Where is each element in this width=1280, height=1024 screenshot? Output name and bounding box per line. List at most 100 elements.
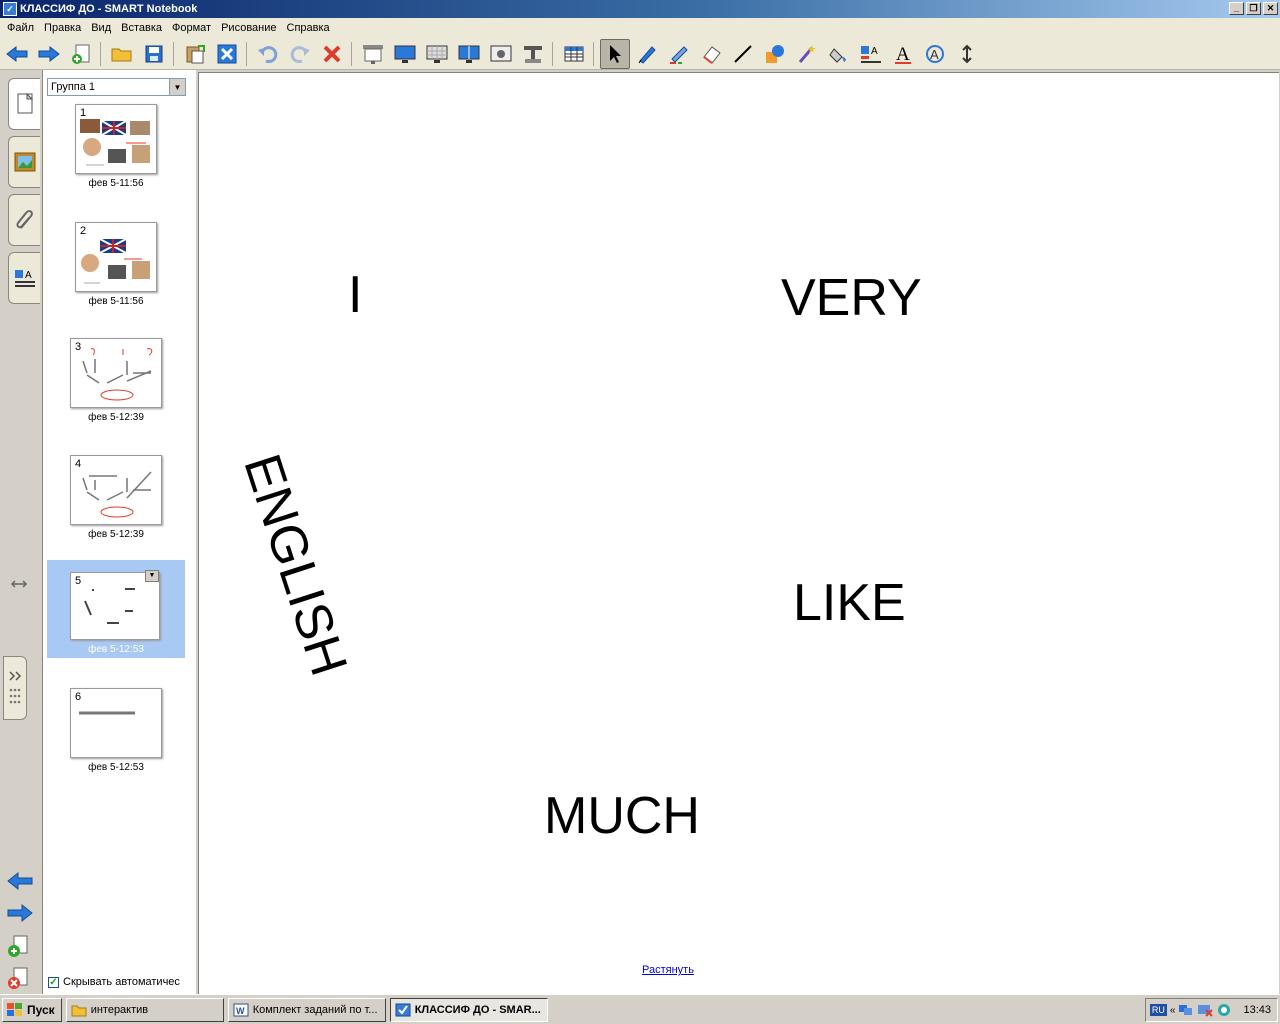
page-thumbnail-2[interactable]: 2 фев 5-11:56: [47, 218, 185, 316]
gallery-tab[interactable]: [8, 136, 40, 188]
save-icon[interactable]: [139, 39, 169, 69]
restore-button[interactable]: ❐: [1246, 2, 1261, 15]
menu-view[interactable]: Вид: [86, 22, 116, 34]
word-much[interactable]: MUCH: [544, 786, 700, 846]
select-icon[interactable]: [600, 38, 630, 69]
previous-page-button[interactable]: [6, 870, 34, 894]
resize-arrows-icon[interactable]: [10, 578, 28, 593]
redo-icon[interactable]: [285, 39, 315, 69]
menu-draw[interactable]: Рисование: [216, 22, 281, 34]
open-folder-icon[interactable]: [107, 39, 137, 69]
paste-icon[interactable]: [180, 39, 210, 69]
thumbnail-preview: 5: [70, 572, 160, 640]
start-button[interactable]: Пуск: [2, 997, 62, 1022]
thumbnail-menu-button[interactable]: ▼: [145, 570, 159, 582]
menu-help[interactable]: Справка: [282, 22, 335, 34]
antivirus-icon[interactable]: [1216, 1003, 1232, 1017]
add-page-button[interactable]: [6, 934, 34, 958]
autohide-option[interactable]: ✓ Скрывать автоматичес: [48, 976, 180, 988]
paperclip-icon: [16, 210, 33, 229]
fill-icon[interactable]: [824, 39, 854, 69]
thumbnail-preview: 3: [70, 338, 162, 408]
stretch-page-link[interactable]: Растянуть: [642, 964, 694, 976]
page-thumbnail-1[interactable]: 1 фев 5-11:56: [47, 100, 185, 198]
properties-tab[interactable]: A: [8, 252, 40, 304]
delete-page-icon[interactable]: [212, 39, 242, 69]
thumbnail-date: фев 5-12:53: [88, 644, 144, 655]
network-icon[interactable]: [1178, 1003, 1194, 1017]
thumbnail-date: фев 5-11:56: [88, 178, 144, 189]
line-icon[interactable]: [728, 39, 758, 69]
forward-arrow-icon[interactable]: [34, 39, 64, 69]
next-page-button[interactable]: [6, 902, 34, 926]
magic-pen-icon[interactable]: [792, 39, 822, 69]
full-screen-icon[interactable]: [390, 39, 420, 69]
page-sorter-icon: [17, 92, 33, 114]
text-icon[interactable]: A: [888, 39, 918, 69]
language-indicator[interactable]: RU: [1149, 1004, 1167, 1016]
word-like[interactable]: LIKE: [793, 573, 906, 633]
attachments-tab[interactable]: [8, 194, 40, 246]
thumbnail-date: фев 5-11:56: [88, 296, 144, 307]
screen-capture-icon[interactable]: [486, 39, 516, 69]
menu-edit[interactable]: Правка: [39, 22, 86, 34]
thumbnail-date: фев 5-12:39: [88, 412, 144, 423]
table-icon[interactable]: [559, 39, 589, 69]
svg-text:A: A: [896, 44, 910, 65]
page-sorter-tab[interactable]: [8, 78, 40, 130]
document-camera-icon[interactable]: [518, 39, 548, 69]
clock[interactable]: 13:43: [1243, 1004, 1271, 1016]
eraser-icon[interactable]: [696, 39, 726, 69]
tray-expand-icon[interactable]: «: [1170, 1005, 1176, 1016]
minimize-button[interactable]: _: [1229, 2, 1244, 15]
delete-icon[interactable]: [317, 39, 347, 69]
properties-icon[interactable]: A: [856, 39, 886, 69]
page-thumbnail-3[interactable]: 3 фев 5-12:39: [47, 334, 185, 432]
undo-icon[interactable]: [253, 39, 283, 69]
shapes-icon[interactable]: [760, 39, 790, 69]
word-i[interactable]: I: [348, 265, 362, 325]
page-thumbnail-6[interactable]: 6 фев 5-12:53: [47, 684, 185, 782]
chevron-down-icon[interactable]: ▼: [169, 79, 185, 95]
creative-pen-icon[interactable]: [664, 39, 694, 69]
screen-shade-icon[interactable]: [358, 39, 388, 69]
folder-icon: [71, 1005, 87, 1016]
move-toolbar-icon[interactable]: [952, 39, 982, 69]
menu-bar: Файл Правка Вид Вставка Формат Рисование…: [0, 18, 1280, 38]
thumbnail-date: фев 5-12:53: [88, 762, 144, 773]
autohide-checkbox[interactable]: ✓: [48, 976, 59, 988]
thumbnail-preview: 2: [75, 222, 157, 292]
system-tray: RU « 13:43: [1144, 998, 1278, 1022]
smart-notebook-icon: [395, 1003, 411, 1016]
word-english[interactable]: ENGLISH: [231, 447, 359, 683]
start-label: Пуск: [27, 1002, 55, 1017]
task-smart-notebook[interactable]: КЛАССИФ ДО - SMAR...: [389, 997, 548, 1022]
page-sorter-panel: Группа 1 ▼ 1 фев 5-11:56 2 фев 5-11:56 3…: [42, 70, 196, 994]
word-very[interactable]: VERY: [781, 268, 922, 328]
menu-file[interactable]: Файл: [2, 22, 39, 34]
thumbnail-preview: 6: [70, 688, 162, 758]
task-folder-interaktiv[interactable]: интерактив: [65, 997, 224, 1022]
notebook-page[interactable]: I VERY ENGLISH LIKE MUCH Растянуть: [198, 72, 1279, 994]
add-page-icon[interactable]: [66, 39, 96, 69]
recognize-icon[interactable]: A: [920, 39, 950, 69]
transparent-background-icon[interactable]: [422, 39, 452, 69]
delete-page-button[interactable]: [6, 966, 34, 990]
pen-icon[interactable]: [632, 39, 662, 69]
svg-text:A: A: [871, 46, 878, 57]
svg-text:A: A: [930, 47, 939, 62]
back-arrow-icon[interactable]: [2, 39, 32, 69]
task-word-document[interactable]: W Комплект заданий по т...: [227, 997, 386, 1022]
menu-format[interactable]: Формат: [167, 22, 216, 34]
close-button[interactable]: ✕: [1263, 2, 1278, 15]
page-thumbnail-4[interactable]: 4 фев 5-12:39: [47, 451, 185, 549]
group-select-value: Группа 1: [51, 81, 96, 93]
network-disconnected-icon[interactable]: [1197, 1003, 1214, 1017]
dual-page-icon[interactable]: [454, 39, 484, 69]
collapse-panel-handle[interactable]: [3, 656, 27, 720]
page-thumbnail-5[interactable]: 5 ▼ фев 5-12:53: [47, 560, 185, 658]
window-title: КЛАССИФ ДО - SMART Notebook: [20, 3, 198, 15]
group-select[interactable]: Группа 1 ▼: [47, 78, 186, 96]
double-chevron-icon: [9, 671, 22, 681]
menu-insert[interactable]: Вставка: [116, 22, 167, 34]
